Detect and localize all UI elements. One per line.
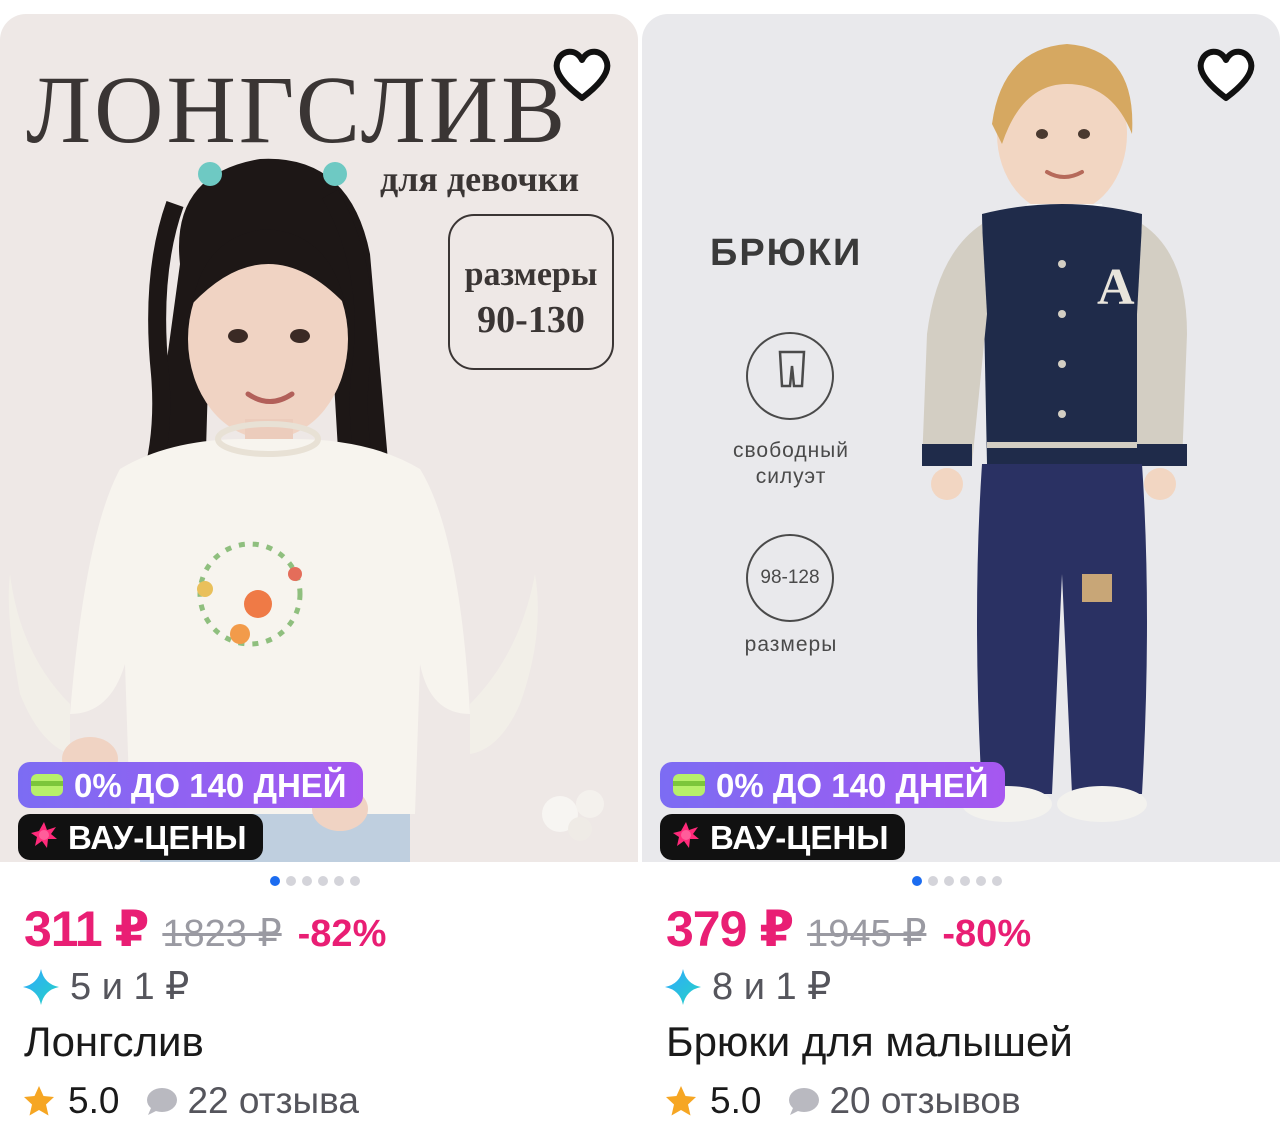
product-title[interactable]: Брюки для малышей [666,1018,1073,1066]
star-icon [24,1086,54,1116]
old-price: 1945 ₽ [807,913,927,955]
wow-price-badge: ВАУ-ЦЕНЫ [660,814,905,860]
chat-bubble-icon [147,1088,178,1115]
current-price: 311 ₽ [24,901,149,957]
carousel-dot[interactable] [912,876,922,886]
rating-value: 5.0 [68,1080,120,1121]
fit-caption: свободный силуэт [706,438,876,490]
star-icon [666,1086,696,1116]
favorite-button[interactable] [548,40,616,108]
carousel-dot[interactable] [944,876,954,886]
promo-sizes-box: размеры 90-130 [448,214,614,370]
badge-stack: 0% ДО 140 ДНЕЙ ВАУ-ЦЕНЫ [660,762,1005,860]
discount-percent: -80% [942,913,1032,955]
burst-icon [30,821,58,854]
promo-sizes-range: 98-128 [760,567,820,588]
heart-outline-icon [1197,48,1255,101]
svg-text:A: A [1097,259,1135,316]
price-row: 311 ₽ 1823 ₽ -82% [24,900,386,958]
promo-title: ЛОНГСЛИВ [26,56,569,163]
promo-sizes-label: размеры [744,633,838,656]
promo-title: БРЮКИ [710,232,863,274]
bonus-text: 8 и 1 ₽ [712,966,832,1008]
promo-sizes-label: размеры [464,256,598,293]
card-icon [30,769,64,802]
fit-caption-line-1: свободный [732,439,850,462]
rating-row: 5.0 20 отзывов [664,1080,1021,1122]
promo-subtitle: для девочки [380,159,580,199]
image-carousel-dots[interactable] [270,876,360,886]
burst-icon [672,821,700,854]
old-price: 1823 ₽ [162,913,282,955]
badge-stack: 0% ДО 140 ДНЕЙ ВАУ-ЦЕНЫ [18,762,363,860]
fit-caption-line-2: силуэт [755,465,827,488]
carousel-dot[interactable] [286,876,296,886]
wow-price-badge-label: ВАУ-ЦЕНЫ [68,818,247,856]
price-row: 379 ₽ 1945 ₽ -80% [666,900,1031,958]
product-card-longsleeve[interactable]: ЛОНГСЛИВ для девочки размеры 90-130 0% Д… [0,0,638,1131]
reviews-count[interactable]: 22 отзыва [187,1080,359,1122]
bonus-text: 5 и 1 ₽ [70,966,190,1008]
image-carousel-dots[interactable] [912,876,1002,886]
chat-bubble-icon [789,1088,820,1115]
installment-badge-label: 0% ДО 140 ДНЕЙ [74,766,347,804]
product-card-trousers[interactable]: A БРЮКИ свободный силуэт 98-128 размеры … [642,0,1280,1131]
reviews-count[interactable]: 20 отзывов [829,1080,1020,1122]
sparkle-icon [23,968,59,1005]
carousel-dot[interactable] [960,876,970,886]
carousel-dot[interactable] [270,876,280,886]
current-price: 379 ₽ [666,901,794,957]
installment-badge: 0% ДО 140 ДНЕЙ [18,762,363,808]
discount-percent: -82% [297,913,387,955]
carousel-dot[interactable] [976,876,986,886]
rating-row: 5.0 22 отзыва [22,1080,359,1122]
card-icon [672,769,706,802]
sparkle-icon [665,968,701,1005]
trousers-fit-icon [746,332,834,420]
bonus-row: 5 и 1 ₽ [22,964,189,1009]
carousel-dot[interactable] [318,876,328,886]
promo-sizes-range: 90-130 [477,299,585,341]
carousel-dot[interactable] [334,876,344,886]
product-title[interactable]: Лонгслив [24,1018,204,1066]
product-image[interactable]: ЛОНГСЛИВ для девочки размеры 90-130 0% Д… [0,14,638,862]
carousel-dot[interactable] [302,876,312,886]
product-image[interactable]: A БРЮКИ свободный силуэт 98-128 размеры … [642,14,1280,862]
favorite-button[interactable] [1192,40,1260,108]
sizes-circle: 98-128 [746,534,834,622]
installment-badge-label: 0% ДО 140 ДНЕЙ [716,766,989,804]
installment-badge: 0% ДО 140 ДНЕЙ [660,762,1005,808]
carousel-dot[interactable] [992,876,1002,886]
carousel-dot[interactable] [350,876,360,886]
heart-outline-icon [553,48,611,101]
bonus-row: 8 и 1 ₽ [664,964,831,1009]
carousel-dot[interactable] [928,876,938,886]
rating-value: 5.0 [710,1080,762,1121]
wow-price-badge: ВАУ-ЦЕНЫ [18,814,263,860]
wow-price-badge-label: ВАУ-ЦЕНЫ [710,818,889,856]
